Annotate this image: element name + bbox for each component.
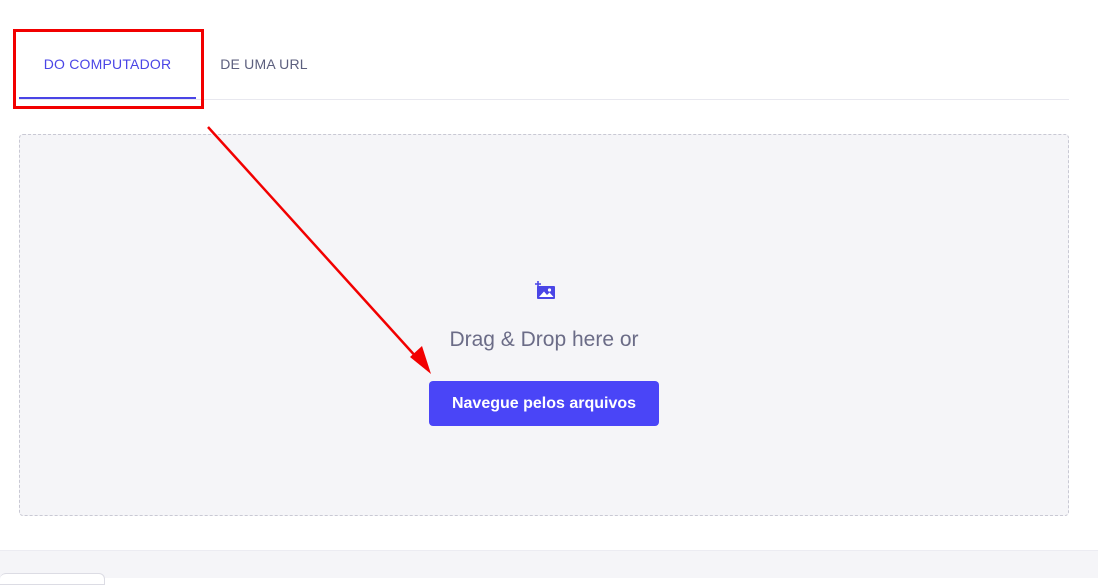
image-upload-icon: [535, 281, 555, 299]
tab-computer-label: DO COMPUTADOR: [43, 55, 172, 72]
tab-url[interactable]: DE UMA URL: [209, 28, 319, 99]
browse-files-button[interactable]: Navegue pelos arquivos: [429, 381, 659, 426]
tab-computer[interactable]: DO COMPUTADOR: [19, 28, 196, 99]
footer-area: [0, 550, 1098, 585]
tab-url-label: DE UMA URL: [220, 55, 308, 72]
dropzone-prompt: Drag & Drop here or: [449, 328, 639, 351]
footer-tab-edge: [0, 573, 105, 585]
file-dropzone[interactable]: Drag & Drop here or Navegue pelos arquiv…: [19, 134, 1069, 516]
upload-source-tabs: DO COMPUTADOR DE UMA URL: [19, 28, 1069, 100]
